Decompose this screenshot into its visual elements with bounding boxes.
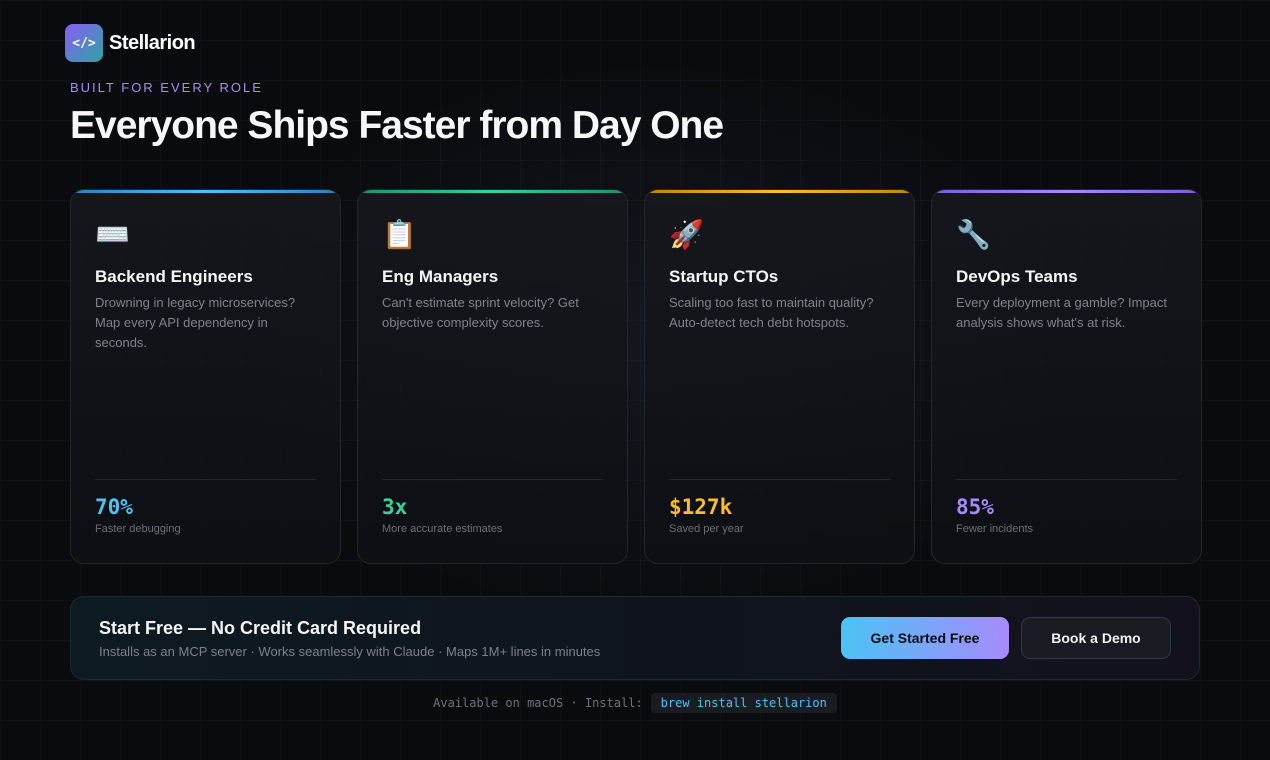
card-divider [95, 479, 316, 480]
card-title: Eng Managers [382, 267, 499, 286]
cta-subtitle: Installs as an MCP server · Works seamle… [99, 644, 601, 659]
card-stat-value: 3x [382, 495, 408, 519]
eyebrow-label: BUILT FOR EVERY ROLE [70, 80, 263, 95]
card-accent-bar [71, 190, 340, 193]
role-cards: ⌨️ Backend Engineers Drowning in legacy … [70, 189, 1202, 564]
card-stat-label: Faster debugging [95, 523, 181, 535]
keyboard-icon: ⌨️ [95, 219, 130, 250]
install-command[interactable]: brew install stellarion [650, 693, 837, 713]
card-stat-label: More accurate estimates [382, 523, 503, 535]
card-stat-label: Saved per year [669, 523, 744, 535]
card-stat-value: $127k [669, 495, 733, 519]
card-accent-bar [932, 190, 1201, 193]
card-description: Can't estimate sprint velocity? Get obje… [382, 295, 579, 330]
card-stat-label: Fewer incidents [956, 523, 1034, 535]
book-demo-button[interactable]: Book a Demo [1021, 617, 1171, 659]
card-title: Startup CTOs [669, 267, 779, 286]
card-stat-value: 70% [95, 495, 133, 519]
card-divider [669, 479, 890, 480]
card-title: Backend Engineers [95, 267, 253, 286]
install-footer: Available on macOS · Install: brew insta… [0, 693, 1270, 713]
card-stat-value: 85% [956, 495, 994, 519]
get-started-button[interactable]: Get Started Free [841, 617, 1009, 659]
role-card-managers: 📋 Eng Managers Can't estimate sprint vel… [357, 189, 628, 564]
code-icon: </> [65, 24, 103, 62]
wrench-icon: 🔧 [956, 219, 991, 250]
cta-title: Start Free — No Credit Card Required [99, 618, 422, 638]
card-accent-bar [358, 190, 627, 193]
cta-banner: Start Free — No Credit Card Required Ins… [70, 596, 1200, 680]
brand-name: Stellarion [109, 31, 196, 54]
footer-text: Available on macOS · Install: [433, 696, 643, 710]
role-card-ctos: 🚀 Startup CTOs Scaling too fast to maint… [644, 189, 915, 564]
rocket-icon: 🚀 [669, 219, 704, 250]
page-title: Everyone Ships Faster from Day One [70, 104, 724, 147]
card-description: Every deployment a gamble? Impact analys… [956, 295, 1167, 330]
card-divider [382, 479, 603, 480]
card-divider [956, 479, 1177, 480]
clipboard-icon: 📋 [382, 219, 417, 250]
card-description: Drowning in legacy microservices? Map ev… [95, 295, 296, 350]
card-description: Scaling too fast to maintain quality? Au… [669, 295, 874, 330]
brand-logo[interactable]: </> Stellarion [65, 24, 196, 62]
card-accent-bar [645, 190, 914, 193]
role-card-devops: 🔧 DevOps Teams Every deployment a gamble… [931, 189, 1202, 564]
role-card-backend: ⌨️ Backend Engineers Drowning in legacy … [70, 189, 341, 564]
card-title: DevOps Teams [956, 267, 1078, 286]
